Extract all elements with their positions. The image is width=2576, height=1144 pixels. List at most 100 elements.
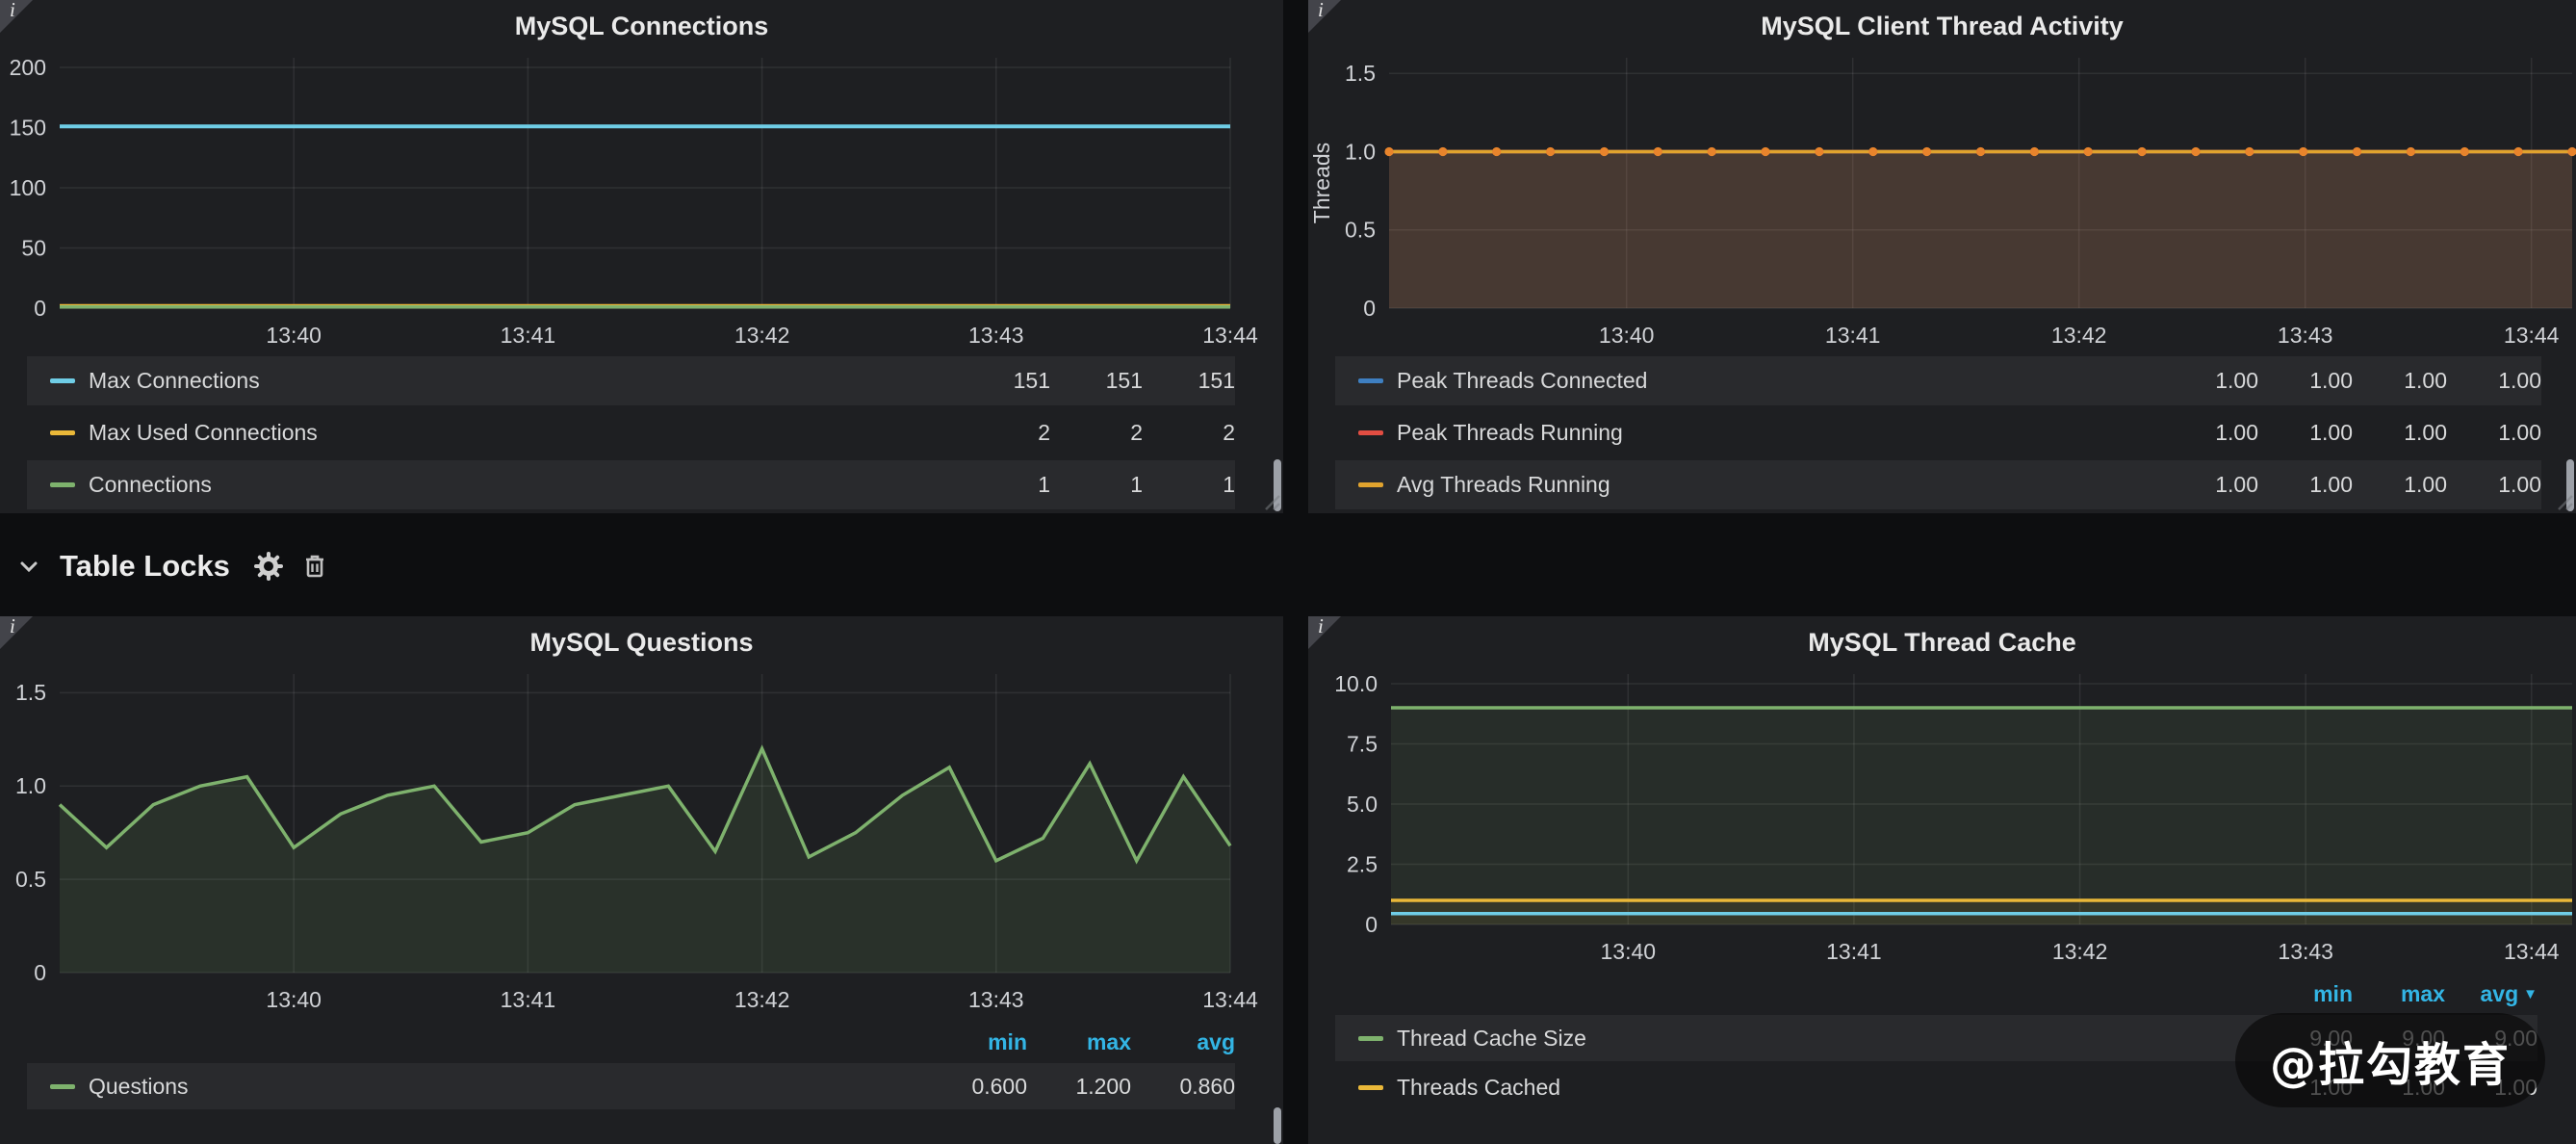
- series-point: [2138, 147, 2147, 156]
- legend-value: 151: [1143, 368, 1235, 394]
- series-point: [2191, 147, 2200, 156]
- series-point: [1654, 147, 1662, 156]
- y-tick-label: 100: [10, 175, 46, 200]
- legend-value: 0.600: [923, 1074, 1027, 1100]
- legend-sort-max[interactable]: max: [2353, 981, 2445, 1007]
- legend-value: 1.00: [2164, 420, 2258, 446]
- legend: Peak Threads Connected1.001.001.001.00Pe…: [1308, 356, 2576, 509]
- series-point: [2299, 147, 2307, 156]
- series-point: [1546, 147, 1555, 156]
- legend-value: 1.00: [2353, 368, 2447, 394]
- y-tick-label: 1.0: [15, 773, 46, 798]
- legend-row[interactable]: Max Connections151151151: [27, 356, 1235, 405]
- legend-value: 1: [958, 472, 1050, 498]
- legend-header-row: minmaxavg▼: [1335, 973, 2537, 1015]
- trash-icon[interactable]: [299, 551, 330, 582]
- gear-icon[interactable]: [253, 551, 284, 582]
- chart-canvas[interactable]: 05010015020013:4013:4113:4213:4313:44: [0, 48, 1283, 354]
- legend-value: 151: [1050, 368, 1143, 394]
- panel-resize-handle[interactable]: [1260, 490, 1281, 511]
- legend-header-label: min: [988, 1029, 1027, 1055]
- legend: min maxavg Questions0.6001.2000.860: [0, 1021, 1283, 1109]
- y-tick-label: 50: [21, 235, 46, 260]
- legend-row[interactable]: Max Used Connections222: [27, 408, 1235, 457]
- panel-title[interactable]: MySQL Questions: [0, 616, 1283, 664]
- x-tick-label: 13:41: [501, 323, 556, 348]
- chart-area[interactable]: 00.51.01.513:4013:4113:4213:4313:44: [0, 664, 1283, 1019]
- legend-value: 0.860: [1131, 1074, 1235, 1100]
- legend-row[interactable]: Peak Threads Connected1.001.001.001.00: [1335, 356, 2541, 405]
- x-tick-label: 13:41: [501, 987, 556, 1012]
- series-area: [1389, 152, 2572, 309]
- legend-value: 1: [1143, 472, 1235, 498]
- chevron-down-icon[interactable]: [13, 551, 44, 582]
- panel-title[interactable]: MySQL Thread Cache: [1308, 616, 2576, 664]
- series-point: [1922, 147, 1931, 156]
- panel-row-bottom: iMySQL Questions00.51.01.513:4013:4113:4…: [0, 616, 2576, 1144]
- series-point: [1492, 147, 1501, 156]
- x-tick-label: 13:41: [1826, 939, 1882, 964]
- legend-series-label: Max Used Connections: [89, 420, 318, 446]
- legend-value: 1.00: [2353, 420, 2447, 446]
- series-point: [1438, 147, 1447, 156]
- x-tick-label: 13:43: [2278, 323, 2333, 348]
- chart-area[interactable]: 02.55.07.510.013:4013:4113:4213:4313:44: [1308, 664, 2576, 971]
- legend-series-label: Thread Cache Size: [1397, 1026, 1586, 1052]
- panel-mysql-questions: iMySQL Questions00.51.01.513:4013:4113:4…: [0, 616, 1283, 1144]
- legend-header-label: max: [1087, 1029, 1131, 1055]
- legend-value: 1.00: [2258, 368, 2353, 394]
- legend-row[interactable]: Avg Threads Running1.001.001.001.00: [1335, 460, 2541, 509]
- x-tick-label: 13:42: [734, 323, 790, 348]
- legend-row[interactable]: Peak Threads Running1.001.001.001.00: [1335, 408, 2541, 457]
- series-color-dash-icon: [1358, 1085, 1383, 1090]
- legend-sort-avg[interactable]: avg▼: [2445, 981, 2537, 1007]
- legend-series-label: Max Connections: [89, 368, 260, 394]
- panel-title[interactable]: MySQL Connections: [0, 0, 1283, 48]
- series-point: [2030, 147, 2039, 156]
- legend-value: 1.00: [2164, 368, 2258, 394]
- chart-area[interactable]: 05010015020013:4013:4113:4213:4313:44: [0, 48, 1283, 354]
- series-point: [1761, 147, 1769, 156]
- series-point: [1815, 147, 1823, 156]
- panel-title[interactable]: MySQL Client Thread Activity: [1308, 0, 2576, 48]
- y-tick-label: 0: [34, 296, 46, 321]
- legend: Max Connections151151151Max Used Connect…: [0, 356, 1283, 509]
- y-tick-label: 0.5: [15, 867, 46, 892]
- chart-canvas[interactable]: 00.51.01.513:4013:4113:4213:4313:44Threa…: [1308, 48, 2576, 354]
- legend-header-label: min: [2313, 981, 2353, 1007]
- legend-value: 1.00: [2447, 368, 2541, 394]
- legend-sort-min[interactable]: min: [2260, 981, 2353, 1007]
- section-title[interactable]: Table Locks: [60, 549, 230, 584]
- watermark-text: @拉勾教育: [2270, 1038, 2511, 1092]
- series-color-dash-icon: [50, 482, 75, 487]
- chart-canvas[interactable]: 00.51.01.513:4013:4113:4213:4313:44: [0, 664, 1283, 1019]
- chart-area[interactable]: 00.51.01.513:4013:4113:4213:4313:44Threa…: [1308, 48, 2576, 354]
- series-point: [2460, 147, 2469, 156]
- legend-scrollbar[interactable]: [1274, 1107, 1281, 1144]
- legend-series-label: Peak Threads Connected: [1397, 368, 1647, 394]
- section-row-table-locks: Table Locks: [0, 535, 330, 597]
- legend-series-label: Peak Threads Running: [1397, 420, 1623, 446]
- y-tick-label: 1.5: [1345, 61, 1376, 86]
- legend-sort-max[interactable]: max: [1027, 1029, 1131, 1055]
- y-tick-label: 0: [1365, 912, 1378, 937]
- legend-value: 1.00: [2258, 420, 2353, 446]
- panel-mysql-client-thread-activity: iMySQL Client Thread Activity00.51.01.51…: [1308, 0, 2576, 513]
- legend-header-row: min maxavg: [27, 1021, 1235, 1063]
- legend-header-label: avg: [2481, 981, 2519, 1007]
- series-color-dash-icon: [50, 378, 75, 383]
- series-color-dash-icon: [1358, 1036, 1383, 1041]
- legend-value: 1.00: [2447, 420, 2541, 446]
- chart-canvas[interactable]: 02.55.07.510.013:4013:4113:4213:4313:44: [1308, 664, 2576, 971]
- legend-sort-min[interactable]: min: [923, 1029, 1027, 1055]
- legend-row[interactable]: Connections111: [27, 460, 1235, 509]
- y-tick-label: 0: [34, 960, 46, 985]
- legend-value: 2: [1143, 420, 1235, 446]
- x-tick-label: 13:42: [734, 987, 790, 1012]
- series-point: [2514, 147, 2523, 156]
- legend-value: 1: [1050, 472, 1143, 498]
- legend-row[interactable]: Questions0.6001.2000.860: [27, 1063, 1235, 1109]
- watermark: @拉勾教育: [2235, 1013, 2545, 1107]
- panel-resize-handle[interactable]: [2553, 490, 2574, 511]
- legend-sort-avg[interactable]: avg: [1131, 1029, 1235, 1055]
